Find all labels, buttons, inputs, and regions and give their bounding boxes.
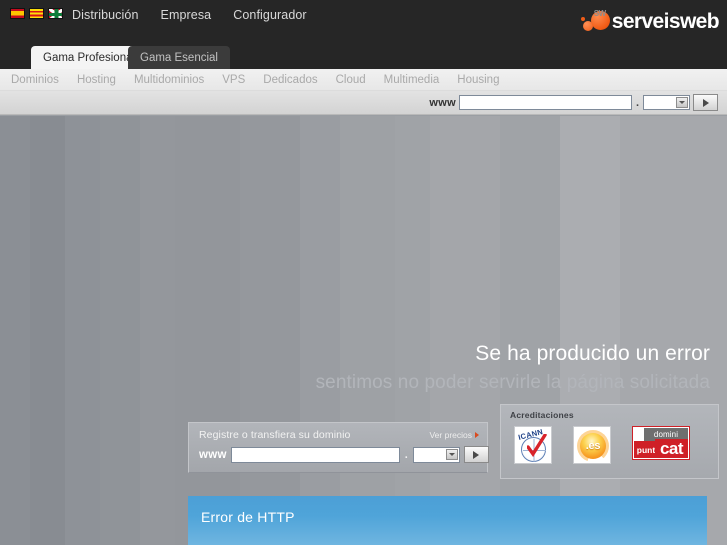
page-root: Distribución Empresa Configurador SW ser… bbox=[0, 0, 727, 545]
domain-box-dot-separator: . bbox=[404, 448, 408, 461]
logo-wordmark: serveisweb bbox=[611, 10, 720, 33]
language-selector bbox=[10, 8, 63, 19]
puntcat-badge-icon[interactable]: domini punt cat bbox=[632, 426, 690, 460]
domain-box-search-row: www . bbox=[199, 446, 489, 463]
arrow-right-icon bbox=[475, 432, 479, 438]
chevron-down-icon bbox=[445, 448, 458, 460]
tab-gama-esencial[interactable]: Gama Esencial bbox=[128, 46, 230, 69]
icann-badge-icon[interactable]: ICANN bbox=[514, 426, 552, 464]
www-prefix-label: www bbox=[429, 96, 456, 109]
checkmark-icon bbox=[527, 434, 547, 458]
domain-box-submit-button[interactable] bbox=[463, 446, 489, 463]
error-subline: sentimos no poder servirle la página sol… bbox=[315, 372, 710, 393]
header-search-submit-button[interactable] bbox=[693, 94, 718, 111]
nav-item-empresa[interactable]: Empresa bbox=[161, 7, 212, 23]
subnav-item-hosting[interactable]: Hosting bbox=[77, 74, 116, 86]
nav-item-distribucion[interactable]: Distribución bbox=[72, 7, 139, 23]
site-logo[interactable]: SW serveisweb bbox=[580, 7, 720, 37]
subnav-item-multidominios[interactable]: Multidominios bbox=[134, 74, 204, 86]
subnav-item-multimedia[interactable]: Multimedia bbox=[384, 74, 440, 86]
http-error-title: Error de HTTP bbox=[201, 509, 295, 525]
domain-dot-separator: . bbox=[635, 96, 639, 109]
top-header-bar: Distribución Empresa Configurador SW ser… bbox=[0, 0, 727, 44]
subnav-item-housing[interactable]: Housing bbox=[457, 74, 499, 86]
primary-nav: Distribución Empresa Configurador bbox=[72, 7, 307, 23]
ver-precios-label: Ver precios bbox=[429, 430, 472, 440]
secondary-nav: Dominios Hosting Multidominios VPS Dedic… bbox=[0, 69, 727, 91]
range-tabs: Gama Profesional Gama Esencial bbox=[0, 44, 727, 69]
ver-precios-link[interactable]: Ver precios bbox=[429, 430, 479, 440]
accreditations-box: Acreditaciones ICANN .es domini punt cat bbox=[500, 404, 719, 479]
es-badge-icon[interactable]: .es bbox=[573, 426, 611, 464]
domain-registration-box: Registre o transfiera su dominio Ver pre… bbox=[188, 422, 489, 473]
subnav-item-dominios[interactable]: Dominios bbox=[11, 74, 59, 86]
accreditation-badges: ICANN .es domini punt cat bbox=[514, 426, 690, 464]
logo-circles-icon: SW bbox=[580, 9, 611, 35]
error-headline: Se ha producido un error bbox=[475, 342, 710, 365]
nav-item-configurador[interactable]: Configurador bbox=[233, 7, 306, 23]
domain-box-title: Registre o transfiera su dominio bbox=[199, 429, 351, 441]
header-domain-input[interactable] bbox=[458, 95, 632, 110]
domain-box-www-label: www bbox=[199, 448, 227, 461]
subnav-item-vps[interactable]: VPS bbox=[222, 74, 245, 86]
header-search-strip: www . bbox=[0, 91, 727, 115]
logo-mark-text: SW bbox=[593, 9, 606, 18]
spain-flag-icon[interactable] bbox=[10, 8, 25, 19]
es-label: .es bbox=[585, 440, 601, 452]
chevron-down-icon bbox=[676, 97, 688, 108]
header-tld-select[interactable] bbox=[643, 95, 690, 110]
accreditations-title: Acreditaciones bbox=[510, 410, 574, 420]
header-domain-search: www . bbox=[429, 94, 718, 111]
http-error-panel: Error de HTTP bbox=[188, 496, 707, 545]
domain-box-input[interactable] bbox=[230, 446, 400, 463]
subnav-item-dedicados[interactable]: Dedicados bbox=[263, 74, 317, 86]
main-stage: Se ha producido un error sentimos no pod… bbox=[0, 116, 727, 545]
domain-box-tld-select[interactable] bbox=[412, 446, 460, 463]
catalonia-flag-icon[interactable] bbox=[29, 8, 44, 19]
puntcat-cat-label: cat bbox=[655, 439, 688, 458]
subnav-item-cloud[interactable]: Cloud bbox=[336, 74, 366, 86]
basque-flag-icon[interactable] bbox=[48, 8, 63, 19]
